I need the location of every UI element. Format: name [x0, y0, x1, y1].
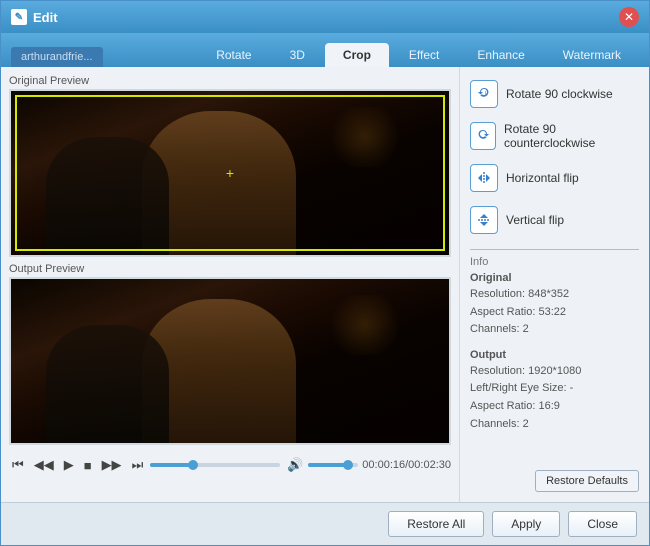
- time-display: 00:00:16/00:02:30: [362, 459, 451, 471]
- tab-3d[interactable]: 3D: [272, 43, 323, 67]
- skip-back-button[interactable]: ⏮: [9, 455, 27, 475]
- original-video-preview: +: [9, 89, 451, 257]
- output-preview-label: Output Preview: [9, 263, 451, 275]
- flip-v-label: Vertical flip: [506, 213, 564, 227]
- flip-h-icon: [470, 164, 498, 192]
- title-bar: ✎ Edit ✕: [1, 1, 649, 33]
- rotate-ccw-button[interactable]: Rotate 90 counterclockwise: [470, 119, 639, 153]
- original-resolution: Resolution: 848*352: [470, 286, 639, 304]
- original-aspect: Aspect Ratio: 53:22: [470, 304, 639, 322]
- info-divider: [470, 249, 639, 250]
- play-button[interactable]: ▶: [61, 455, 77, 475]
- light-source: [325, 107, 405, 167]
- info-section: Info Original Resolution: 848*352 Aspect…: [470, 249, 639, 462]
- tab-bar: arthurandfrie... Rotate 3D Crop Effect E…: [1, 33, 649, 67]
- bottom-bar: Restore All Apply Close: [1, 502, 649, 545]
- tab-enhance[interactable]: Enhance: [459, 43, 542, 67]
- window-close-button[interactable]: ✕: [619, 7, 639, 27]
- original-channels: Channels: 2: [470, 321, 639, 339]
- output-info-group: Output Resolution: 1920*1080 Left/Right …: [470, 349, 639, 433]
- volume-filled: [308, 463, 346, 467]
- output-info-title: Output: [470, 349, 639, 361]
- flip-h-button[interactable]: Horizontal flip: [470, 161, 639, 195]
- tab-crop[interactable]: Crop: [325, 43, 389, 67]
- file-tab[interactable]: arthurandfrie...: [11, 47, 103, 67]
- output-video-preview: [9, 277, 451, 445]
- info-title: Info: [470, 256, 639, 268]
- apply-button[interactable]: Apply: [492, 511, 560, 537]
- volume-icon[interactable]: 🔊: [284, 455, 306, 475]
- stop-button[interactable]: ■: [81, 456, 95, 475]
- output-film-bg: [11, 279, 449, 443]
- nav-tabs: Rotate 3D Crop Effect Enhance Watermark: [198, 43, 639, 67]
- step-fwd-button[interactable]: ▶▶: [99, 455, 125, 475]
- rotate-actions: Rotate 90 clockwise Rotate 90 counterclo…: [470, 77, 639, 237]
- output-resolution: Resolution: 1920*1080: [470, 363, 639, 381]
- output-lr-size: Left/Right Eye Size: -: [470, 380, 639, 398]
- volume-bar[interactable]: [308, 463, 358, 467]
- close-button[interactable]: Close: [568, 511, 637, 537]
- crosshair-icon: +: [226, 165, 234, 181]
- restore-all-button[interactable]: Restore All: [388, 511, 484, 537]
- tab-rotate[interactable]: Rotate: [198, 43, 269, 67]
- output-char2: [46, 325, 169, 443]
- progress-filled: [150, 463, 189, 467]
- rotate-ccw-icon: [470, 122, 496, 150]
- step-back-button[interactable]: ◀◀: [31, 455, 57, 475]
- original-info-group: Original Resolution: 848*352 Aspect Rati…: [470, 272, 639, 339]
- tab-effect[interactable]: Effect: [391, 43, 457, 67]
- output-channels: Channels: 2: [470, 416, 639, 434]
- main-content: Original Preview: [1, 67, 649, 502]
- right-panel: Rotate 90 clockwise Rotate 90 counterclo…: [459, 67, 649, 502]
- flip-v-icon: [470, 206, 498, 234]
- flip-v-button[interactable]: Vertical flip: [470, 203, 639, 237]
- flip-h-label: Horizontal flip: [506, 171, 579, 185]
- left-panel: Original Preview: [1, 67, 459, 502]
- progress-handle[interactable]: [188, 460, 198, 470]
- main-window: ✎ Edit ✕ arthurandfrie... Rotate 3D Crop…: [0, 0, 650, 546]
- controls-bar: ⏮ ◀◀ ▶ ■ ▶▶ ⏭ 🔊 00:00:16/00:02:3: [9, 451, 451, 479]
- app-icon: ✎: [11, 9, 27, 25]
- rotate-cw-button[interactable]: Rotate 90 clockwise: [470, 77, 639, 111]
- output-light: [325, 295, 405, 355]
- char2: [46, 137, 169, 255]
- output-preview-section: Output Preview: [9, 263, 451, 445]
- output-aspect: Aspect Ratio: 16:9: [470, 398, 639, 416]
- title-bar-left: ✎ Edit: [11, 9, 58, 25]
- output-film: [11, 279, 449, 443]
- rotate-cw-label: Rotate 90 clockwise: [506, 87, 613, 101]
- rotate-ccw-label: Rotate 90 counterclockwise: [504, 122, 639, 150]
- volume-handle[interactable]: [343, 460, 353, 470]
- window-title: Edit: [33, 10, 58, 25]
- original-preview-section: Original Preview: [9, 75, 451, 257]
- progress-bar[interactable]: [150, 463, 280, 467]
- restore-defaults-button[interactable]: Restore Defaults: [535, 470, 639, 492]
- volume-area: 🔊: [284, 455, 358, 475]
- rotate-cw-icon: [470, 80, 498, 108]
- original-preview-label: Original Preview: [9, 75, 451, 87]
- tab-watermark[interactable]: Watermark: [545, 43, 639, 67]
- original-info-title: Original: [470, 272, 639, 284]
- skip-fwd-button[interactable]: ⏭: [129, 455, 147, 475]
